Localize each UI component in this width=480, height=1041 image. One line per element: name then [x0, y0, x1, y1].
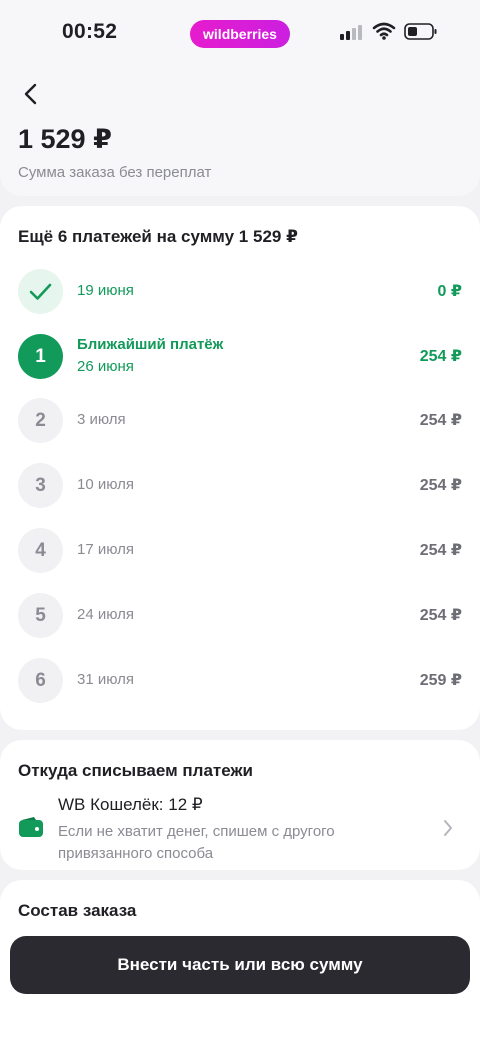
- signal-icon: [340, 24, 366, 40]
- payment-row: 4 17 июля 254 ₽: [18, 528, 462, 574]
- battery-icon: [404, 23, 437, 40]
- pay-amount-button[interactable]: Внести часть или всю сумму: [10, 936, 470, 994]
- payment-number: 3: [18, 463, 63, 508]
- payment-date: 24 июля: [77, 606, 135, 623]
- payment-amount: 0 ₽: [437, 283, 462, 300]
- payment-number: 2: [18, 398, 63, 443]
- order-total-caption: Сумма заказа без переплат: [18, 164, 212, 181]
- payment-number: 4: [18, 528, 63, 573]
- wallet-icon: [19, 817, 43, 837]
- next-payment-label: Ближайший платёж: [77, 336, 224, 353]
- payment-date: 17 июля: [77, 541, 135, 558]
- chevron-right-icon[interactable]: [440, 818, 456, 838]
- payment-amount: 259 ₽: [419, 672, 462, 689]
- order-total: 1 529 ₽: [18, 124, 112, 154]
- payment-date: 19 июня: [77, 282, 134, 299]
- payment-date: 31 июля: [77, 671, 135, 688]
- wallet-balance[interactable]: WB Кошелёк: 12 ₽: [58, 795, 203, 815]
- payment-amount: 254 ₽: [419, 477, 462, 494]
- check-icon: [29, 283, 52, 300]
- payment-amount: 254 ₽: [419, 412, 462, 429]
- status-bar: 00:52 wildberries: [0, 0, 480, 66]
- source-title: Откуда списываем платежи: [18, 761, 253, 780]
- payment-date: 26 июня: [77, 358, 134, 375]
- status-time: 00:52: [62, 20, 118, 43]
- payment-row-paid: 19 июня 0 ₽: [18, 269, 462, 315]
- wifi-icon: [372, 22, 396, 40]
- payment-date: 10 июля: [77, 476, 135, 493]
- schedule-title: Ещё 6 платежей на сумму 1 529 ₽: [18, 227, 298, 246]
- payment-row: 5 24 июля 254 ₽: [18, 593, 462, 639]
- payment-row: 6 31 июля 259 ₽: [18, 658, 462, 704]
- brand-logo: wildberries: [190, 20, 290, 48]
- wallet-note: Если не хватит денег, спишем с другого п…: [58, 823, 335, 862]
- payment-row: 2 3 июля 254 ₽: [18, 398, 462, 444]
- payment-amount: 254 ₽: [419, 607, 462, 624]
- payment-number: 6: [18, 658, 63, 703]
- payment-number: 1: [18, 334, 63, 379]
- payment-number: 5: [18, 593, 63, 638]
- back-arrow-icon[interactable]: [18, 80, 46, 108]
- paid-status: [18, 269, 63, 314]
- screen: 00:52 wildberries 1 529 ₽ Сумма заказа б…: [0, 0, 480, 1041]
- payment-amount: 254 ₽: [419, 348, 462, 365]
- payment-row-next: 1 Ближайший платёж 26 июня 254 ₽: [18, 334, 462, 380]
- payment-date: 3 июля: [77, 411, 126, 428]
- payment-row: 3 10 июля 254 ₽: [18, 463, 462, 509]
- payment-amount: 254 ₽: [419, 542, 462, 559]
